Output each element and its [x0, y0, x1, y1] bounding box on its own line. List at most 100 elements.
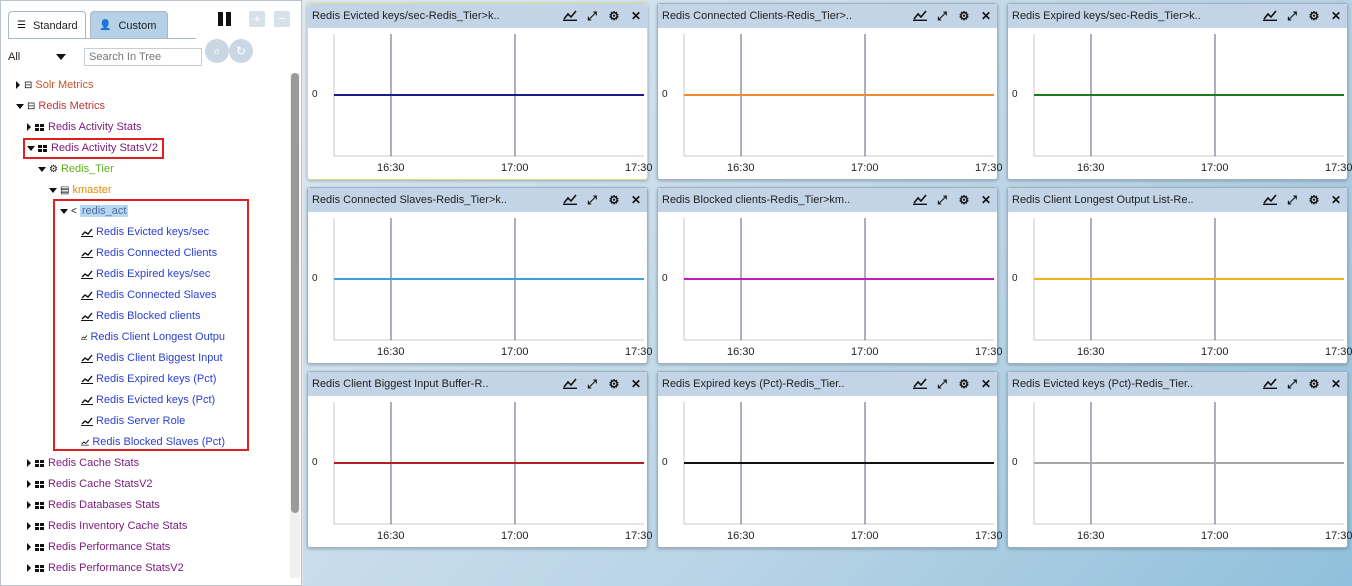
panel-header: Redis Evicted keys (Pct)-Redis_Tier.. ⤢ … — [1008, 372, 1347, 396]
panel-toolbar: ⤢ ⚙ ✕ — [1263, 193, 1343, 207]
close-icon[interactable]: ✕ — [1329, 193, 1343, 207]
close-icon[interactable]: ✕ — [979, 193, 993, 207]
close-icon[interactable]: ✕ — [629, 9, 643, 23]
gear-icon[interactable]: ⚙ — [1307, 9, 1321, 23]
maximize-icon[interactable]: ⤢ — [585, 193, 599, 207]
panel-title: Redis Client Biggest Input Buffer-R.. — [312, 378, 489, 390]
maximize-icon[interactable]: ⤢ — [1285, 9, 1299, 23]
user-add-icon: 👤 — [99, 20, 112, 31]
tree-node-redis-performance-statsv2[interactable]: Redis Performance StatsV2 — [27, 558, 184, 578]
tree-node-redis-tier[interactable]: ⚙ Redis_Tier — [38, 159, 114, 179]
search-button[interactable]: ⌕ — [205, 39, 229, 63]
x-tick-label: 17:00 — [501, 162, 529, 174]
tab-standard[interactable]: ☰ Standard — [8, 11, 86, 39]
graph-plot[interactable] — [658, 212, 997, 363]
graph-panel[interactable]: Redis Blocked clients-Redis_Tier>km.. ⤢ … — [657, 187, 1003, 364]
db-icon: ⊟ — [24, 79, 33, 91]
maximize-icon[interactable]: ⤢ — [585, 9, 599, 23]
graph-panel[interactable]: Redis Connected Clients-Redis_Tier>.. ⤢ … — [657, 3, 1003, 180]
tree-tabs: ☰ Standard 👤 Custom — [8, 11, 168, 39]
highlight-box-redis-act-graphs — [53, 199, 249, 451]
tree-node-redis-databases-stats[interactable]: Redis Databases Stats — [27, 495, 160, 515]
tree-node-redis-cache-statsv2[interactable]: Redis Cache StatsV2 — [27, 474, 153, 494]
gear-icon[interactable]: ⚙ — [607, 193, 621, 207]
tree-node-redis-performance-stats[interactable]: Redis Performance Stats — [27, 537, 170, 557]
graph-panel[interactable]: Redis Expired keys (Pct)-Redis_Tier.. ⤢ … — [657, 371, 1003, 548]
gear-icon[interactable]: ⚙ — [607, 377, 621, 391]
pause-button[interactable] — [218, 12, 232, 26]
chart-type-icon[interactable] — [913, 377, 927, 391]
close-icon[interactable]: ✕ — [1329, 377, 1343, 391]
tree-node-redis-activity-stats[interactable]: Redis Activity Stats — [27, 117, 142, 137]
expand-icon — [27, 522, 31, 530]
graph-panel[interactable]: Redis Client Biggest Input Buffer-R.. ⤢ … — [307, 371, 653, 548]
x-tick-label: 16:30 — [1077, 346, 1105, 358]
tree-node-label: Redis Inventory Cache Stats — [48, 520, 188, 532]
tab-underline — [8, 38, 196, 39]
graph-plot[interactable] — [1008, 396, 1347, 547]
graph-plot[interactable] — [308, 28, 647, 179]
x-tick-label: 17:30 — [1325, 346, 1352, 358]
expand-all-button[interactable]: + — [249, 11, 265, 27]
maximize-icon[interactable]: ⤢ — [935, 193, 949, 207]
maximize-icon[interactable]: ⤢ — [585, 377, 599, 391]
metric-tree-panel: ☰ Standard 👤 Custom + − All ⌕ ↻ ⊟ Solr M… — [0, 0, 302, 586]
graph-panel[interactable]: Redis Evicted keys (Pct)-Redis_Tier.. ⤢ … — [1007, 371, 1352, 548]
maximize-icon[interactable]: ⤢ — [935, 377, 949, 391]
close-icon[interactable]: ✕ — [979, 377, 993, 391]
maximize-icon[interactable]: ⤢ — [1285, 377, 1299, 391]
chart-type-icon[interactable] — [563, 193, 577, 207]
x-tick-label: 16:30 — [377, 162, 405, 174]
chart-type-icon[interactable] — [1263, 193, 1277, 207]
maximize-icon[interactable]: ⤢ — [935, 9, 949, 23]
chart-type-icon[interactable] — [563, 377, 577, 391]
chart-type-icon[interactable] — [1263, 377, 1277, 391]
graph-plot[interactable] — [308, 396, 647, 547]
gear-icon[interactable]: ⚙ — [607, 9, 621, 23]
tree-scrollbar-thumb[interactable] — [291, 73, 299, 513]
graph-plot[interactable] — [1008, 212, 1347, 363]
y-tick-label: 0 — [1012, 89, 1018, 100]
graph-plot[interactable] — [658, 28, 997, 179]
tree-node-solr-metrics[interactable]: ⊟ Solr Metrics — [16, 75, 93, 95]
gear-icon[interactable]: ⚙ — [1307, 377, 1321, 391]
close-icon[interactable]: ✕ — [629, 377, 643, 391]
graph-panel[interactable]: Redis Evicted keys/sec-Redis_Tier>k.. ⤢ … — [307, 3, 653, 180]
y-tick-label: 0 — [312, 89, 318, 100]
graph-panel[interactable]: Redis Client Longest Output List-Re.. ⤢ … — [1007, 187, 1352, 364]
chart-type-icon[interactable] — [913, 193, 927, 207]
refresh-button[interactable]: ↻ — [229, 39, 253, 63]
tree-node-redis-cache-stats[interactable]: Redis Cache Stats — [27, 453, 139, 473]
chart-type-icon[interactable] — [913, 9, 927, 23]
x-tick-label: 17:00 — [501, 530, 529, 542]
gear-icon[interactable]: ⚙ — [957, 193, 971, 207]
y-tick-label: 0 — [312, 457, 318, 468]
filter-select[interactable]: All — [8, 48, 68, 66]
close-icon[interactable]: ✕ — [1329, 9, 1343, 23]
gear-icon[interactable]: ⚙ — [1307, 193, 1321, 207]
panel-title: Redis Blocked clients-Redis_Tier>km.. — [662, 194, 851, 206]
server-icon: ▤ — [60, 184, 70, 196]
maximize-icon[interactable]: ⤢ — [1285, 193, 1299, 207]
close-icon[interactable]: ✕ — [629, 193, 643, 207]
tree-node-redis-inventory-cache-stats[interactable]: Redis Inventory Cache Stats — [27, 516, 187, 536]
graph-plot[interactable] — [1008, 28, 1347, 179]
graph-plot[interactable] — [308, 212, 647, 363]
close-icon[interactable]: ✕ — [979, 9, 993, 23]
x-tick-label: 16:30 — [727, 530, 755, 542]
graph-plot[interactable] — [658, 396, 997, 547]
chart-type-icon[interactable] — [563, 9, 577, 23]
tree-search-input[interactable] — [84, 48, 202, 66]
panel-title: Redis Expired keys (Pct)-Redis_Tier.. — [662, 378, 845, 390]
graph-panel[interactable]: Redis Connected Slaves-Redis_Tier>k.. ⤢ … — [307, 187, 653, 364]
chart-type-icon[interactable] — [1263, 9, 1277, 23]
tab-custom[interactable]: 👤 Custom — [90, 11, 168, 39]
group-icon — [35, 123, 44, 131]
tree-node-redis-metrics[interactable]: ⊟ Redis Metrics — [16, 96, 105, 116]
gear-icon[interactable]: ⚙ — [957, 9, 971, 23]
graph-panel[interactable]: Redis Expired keys/sec-Redis_Tier>k.. ⤢ … — [1007, 3, 1352, 180]
gear-icon[interactable]: ⚙ — [957, 377, 971, 391]
collapse-all-button[interactable]: − — [274, 11, 290, 27]
tree-node-kmaster[interactable]: ▤ kmaster — [49, 180, 112, 200]
collapse-icon — [16, 103, 24, 109]
